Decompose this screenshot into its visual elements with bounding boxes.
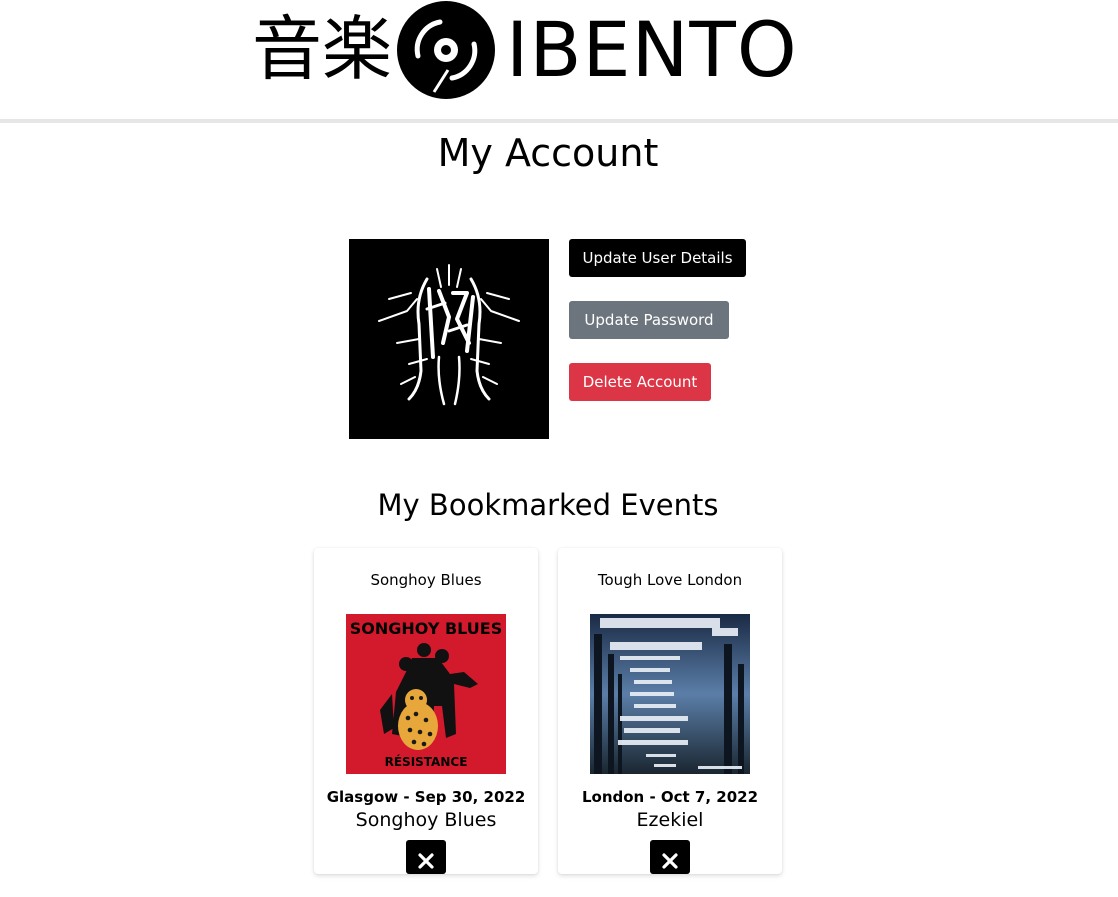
poster-title-text: SONGHOY BLUES [350,619,503,638]
event-artist: Ezekiel [636,809,704,831]
page-title: My Account [437,131,659,175]
event-card-title: Songhoy Blues [370,571,482,589]
poster-subtitle-text: RÉSISTANCE [385,754,468,769]
event-poster[interactable]: SONGHOY BLUES RÉSISTANCE [346,614,506,774]
event-card-title: Tough Love London [597,571,743,589]
event-poster[interactable] [590,614,750,774]
update-password-button[interactable]: Update Password [569,301,729,339]
event-artist: Songhoy Blues [355,809,497,831]
close-icon [662,853,678,869]
event-location-date: Glasgow - Sep 30, 2022 [326,788,526,806]
site-logo[interactable]: 音楽 IBENTO [252,0,798,100]
event-card[interactable]: Songhoy Blues SONGHOY BLUES RÉSISTANCE G… [314,548,538,874]
avatar [349,239,549,439]
header-divider [0,119,1118,123]
logo-wordmark: IBENTO [506,5,798,94]
vinyl-record-icon [397,1,495,99]
site-header: 音楽 IBENTO [0,0,1118,119]
delete-account-button[interactable]: Delete Account [569,363,711,401]
profile-artwork-image [349,239,549,439]
event-poster-image [590,614,750,774]
bookmarked-events-title: My Bookmarked Events [377,488,719,522]
close-icon [418,853,434,869]
remove-bookmark-button[interactable] [406,840,446,874]
remove-bookmark-button[interactable] [650,840,690,874]
event-poster-image: SONGHOY BLUES RÉSISTANCE [346,614,506,774]
update-user-details-button[interactable]: Update User Details [569,239,746,277]
event-card[interactable]: Tough Love London London - Oct 7, 2022 E… [558,548,782,874]
logo-kanji-text: 音楽 [252,8,392,90]
event-location-date: London - Oct 7, 2022 [581,788,759,806]
